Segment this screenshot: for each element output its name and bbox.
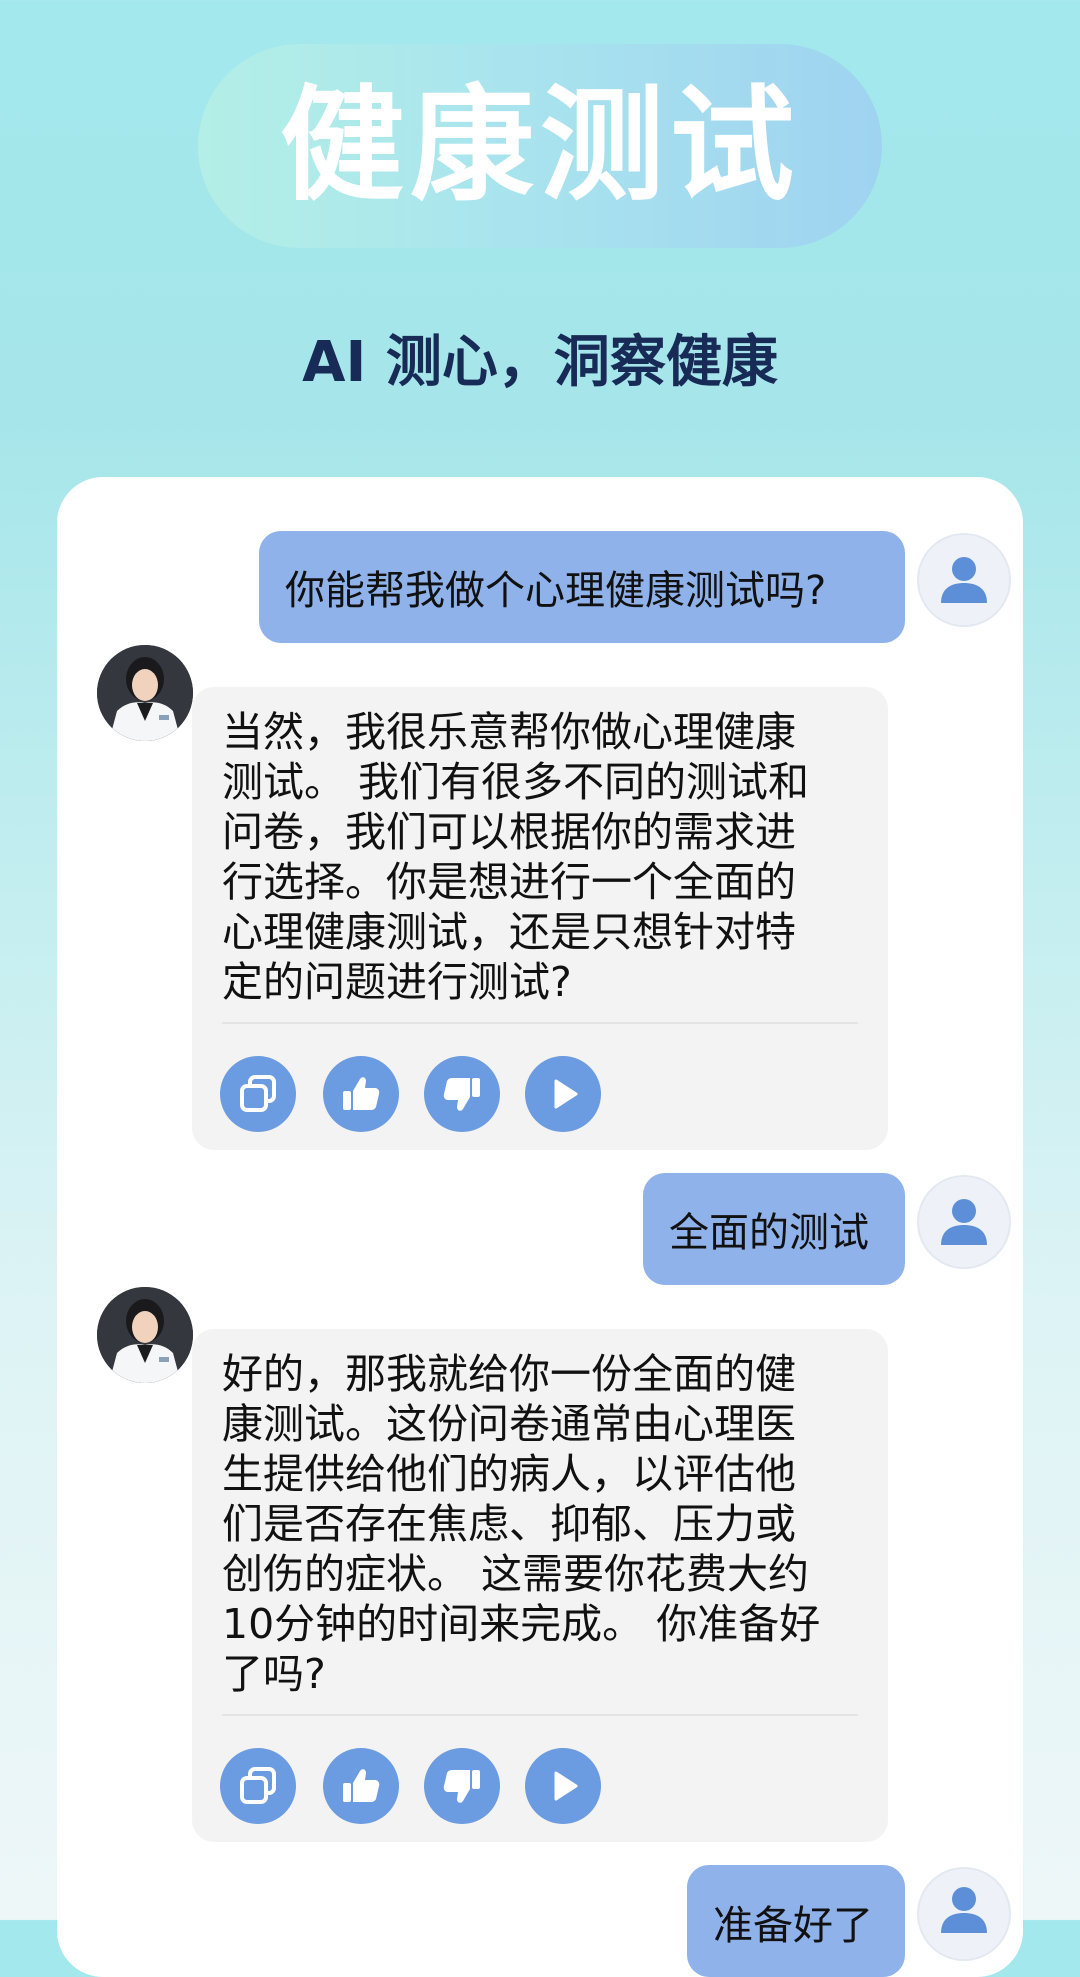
user-message-text: 全面的测试 — [669, 1210, 869, 1256]
divider — [222, 1714, 858, 1716]
user-avatar[interactable] — [917, 1867, 1011, 1961]
thumbs-up-icon — [343, 1769, 380, 1802]
doctor-photo — [97, 1287, 193, 1383]
copy-button[interactable] — [220, 1748, 296, 1824]
person-icon — [941, 1199, 987, 1245]
chat-panel: 你能帮我做个心理健康测试吗? 当然，我很乐意帮你做心理健康 测试。 我们有很多不… — [57, 477, 1023, 1977]
like-button[interactable] — [323, 1056, 399, 1132]
page-subtitle: AI 测心，洞察健康 — [302, 330, 778, 395]
user-message-bubble: 全面的测试 — [643, 1173, 905, 1285]
play-audio-button[interactable] — [525, 1056, 601, 1132]
like-button[interactable] — [323, 1748, 399, 1824]
user-message-text: 准备好了 — [713, 1903, 873, 1949]
copy-button[interactable] — [220, 1056, 296, 1132]
bot-message-text: 当然，我很乐意帮你做心理健康 测试。 我们有很多不同的测试和 问卷，我们可以根据… — [222, 708, 810, 1006]
page-title: 健康测试 — [279, 74, 800, 218]
thumbs-down-icon — [443, 1078, 480, 1111]
divider — [222, 1022, 858, 1024]
thumbs-down-icon — [443, 1770, 480, 1803]
user-avatar[interactable] — [917, 533, 1011, 627]
play-audio-button[interactable] — [525, 1748, 601, 1824]
title-banner: 健康测试 — [198, 44, 882, 248]
dislike-button[interactable] — [424, 1748, 500, 1824]
person-icon — [941, 1887, 987, 1933]
user-message-bubble: 你能帮我做个心理健康测试吗? — [259, 531, 905, 643]
play-icon — [554, 1079, 578, 1109]
play-icon — [554, 1771, 578, 1801]
doctor-photo — [97, 645, 193, 741]
user-avatar[interactable] — [917, 1175, 1011, 1269]
copy-icon — [240, 1075, 276, 1112]
person-icon — [941, 557, 987, 603]
user-message-bubble: 准备好了 — [687, 1865, 905, 1977]
bot-message-bubble: 好的，那我就给你一份全面的健 康测试。这份问卷通常由心理医 生提供给他们的病人，… — [192, 1329, 888, 1842]
bot-message-text: 好的，那我就给你一份全面的健 康测试。这份问卷通常由心理医 生提供给他们的病人，… — [222, 1350, 821, 1698]
user-message-text: 你能帮我做个心理健康测试吗? — [285, 568, 827, 614]
dislike-button[interactable] — [424, 1056, 500, 1132]
bot-message-bubble: 当然，我很乐意帮你做心理健康 测试。 我们有很多不同的测试和 问卷，我们可以根据… — [192, 687, 888, 1150]
doctor-avatar[interactable] — [97, 645, 193, 741]
thumbs-up-icon — [343, 1077, 380, 1110]
copy-icon — [240, 1767, 276, 1804]
doctor-avatar[interactable] — [97, 1287, 193, 1383]
